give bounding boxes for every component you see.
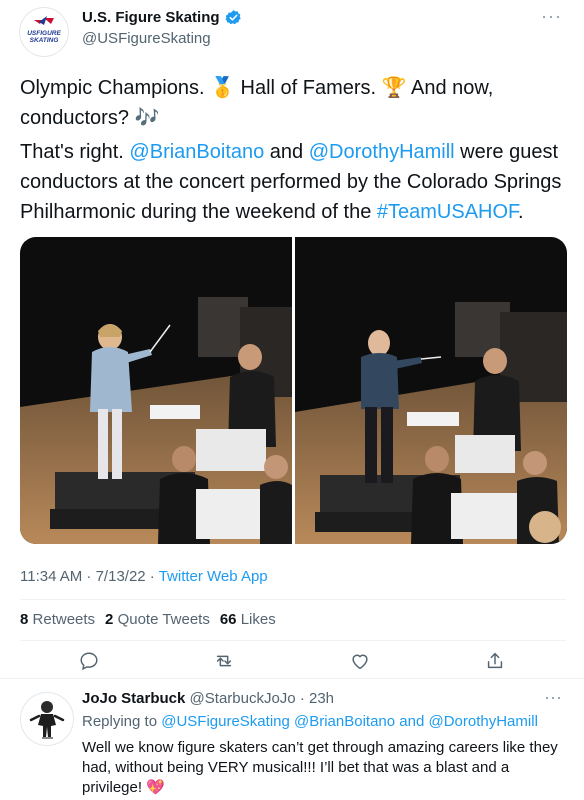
quotes-stat[interactable]: 2 Quote Tweets [105,611,210,628]
tweet-text-line1: Olympic Champions. 🥇 Hall of Famers. 🏆 A… [20,73,565,133]
author-handle[interactable]: @USFigureSkating [82,30,211,47]
concert-photo-2 [295,237,567,544]
reply-more-icon[interactable]: ··· [544,687,562,708]
replying-label: Replying to [82,713,162,730]
mention-dorothy-hamill[interactable]: @DorothyHamill [309,141,455,163]
replying-to-mentions[interactable]: @USFigureSkating @BrianBoitano and @Doro… [161,713,538,730]
verified-badge-icon [224,10,241,25]
likes-count: 66 [219,611,237,628]
reply-author-name[interactable]: JoJo Starbuck [82,690,185,707]
timestamp-text[interactable]: 11:34 AM · 7/13/22 · [20,568,159,585]
photo-brian-boitano-conducting[interactable] [295,237,567,544]
tweet-media[interactable] [20,237,567,544]
more-icon[interactable]: ··· [541,6,562,27]
author-avatar[interactable]: USFIGURE SKATING [20,8,68,56]
author-name[interactable]: U.S. Figure Skating [82,9,220,26]
hashtag-teamusahof[interactable]: #TeamUSAHOF [377,201,518,223]
tweet-timestamp: 11:34 AM · 7/13/22 · Twitter Web App [20,568,268,585]
divider [20,599,566,600]
medal-emoji: 🥇 [210,77,235,99]
logo-text-1: USFIGURE [27,30,61,37]
divider [0,678,584,679]
skater-avatar-icon [29,701,65,739]
retweets-count: 8 [20,611,29,628]
reply-avatar[interactable] [20,692,74,746]
quotes-label: Quote Tweets [117,611,210,628]
quotes-count: 2 [105,611,114,628]
text-segment: . [518,201,524,223]
text-segment: That's right. [20,141,130,163]
likes-label: Likes [240,611,276,628]
retweets-label: Retweets [32,611,96,628]
author-name-row: U.S. Figure Skating [82,9,242,26]
photo-dorothy-hamill-conducting[interactable] [20,237,292,544]
reply-text: Well we know figure skaters can’t get th… [82,738,562,798]
concert-photo-1 [20,237,292,544]
logo-text-2: SKATING [30,37,59,44]
tweet-stats: 8 Retweets 2 Quote Tweets 66 Likes [20,611,276,628]
share-icon[interactable] [484,650,506,672]
reply-icon[interactable] [78,650,100,672]
tweet-text-line2: That's right. @BrianBoitano and @Dorothy… [20,137,565,227]
divider [20,640,566,641]
heart-emoji: 💖 [146,779,165,796]
mention-brian-boitano[interactable]: @BrianBoitano [129,141,264,163]
music-emoji: 🎶 [134,107,160,129]
tweet-actions [0,650,584,672]
usfs-logo-icon: USFIGURE SKATING [27,16,61,44]
likes-stat[interactable]: 66 Likes [220,611,276,628]
retweets-stat[interactable]: 8 Retweets [20,611,95,628]
retweet-icon[interactable] [213,650,235,672]
text-segment: Olympic Champions. [20,77,211,99]
reply-author: JoJo Starbuck @StarbuckJoJo · 23h [82,690,334,707]
replying-to: Replying to @USFigureSkating @BrianBoita… [82,713,538,730]
text-segment: Hall of Famers. [234,77,382,99]
text-segment: and [264,141,309,163]
like-icon[interactable] [349,650,371,672]
trophy-emoji: 🏆 [381,77,407,99]
reply-handle-time[interactable]: @StarbuckJoJo · 23h [190,690,334,707]
source-link[interactable]: Twitter Web App [159,568,268,585]
